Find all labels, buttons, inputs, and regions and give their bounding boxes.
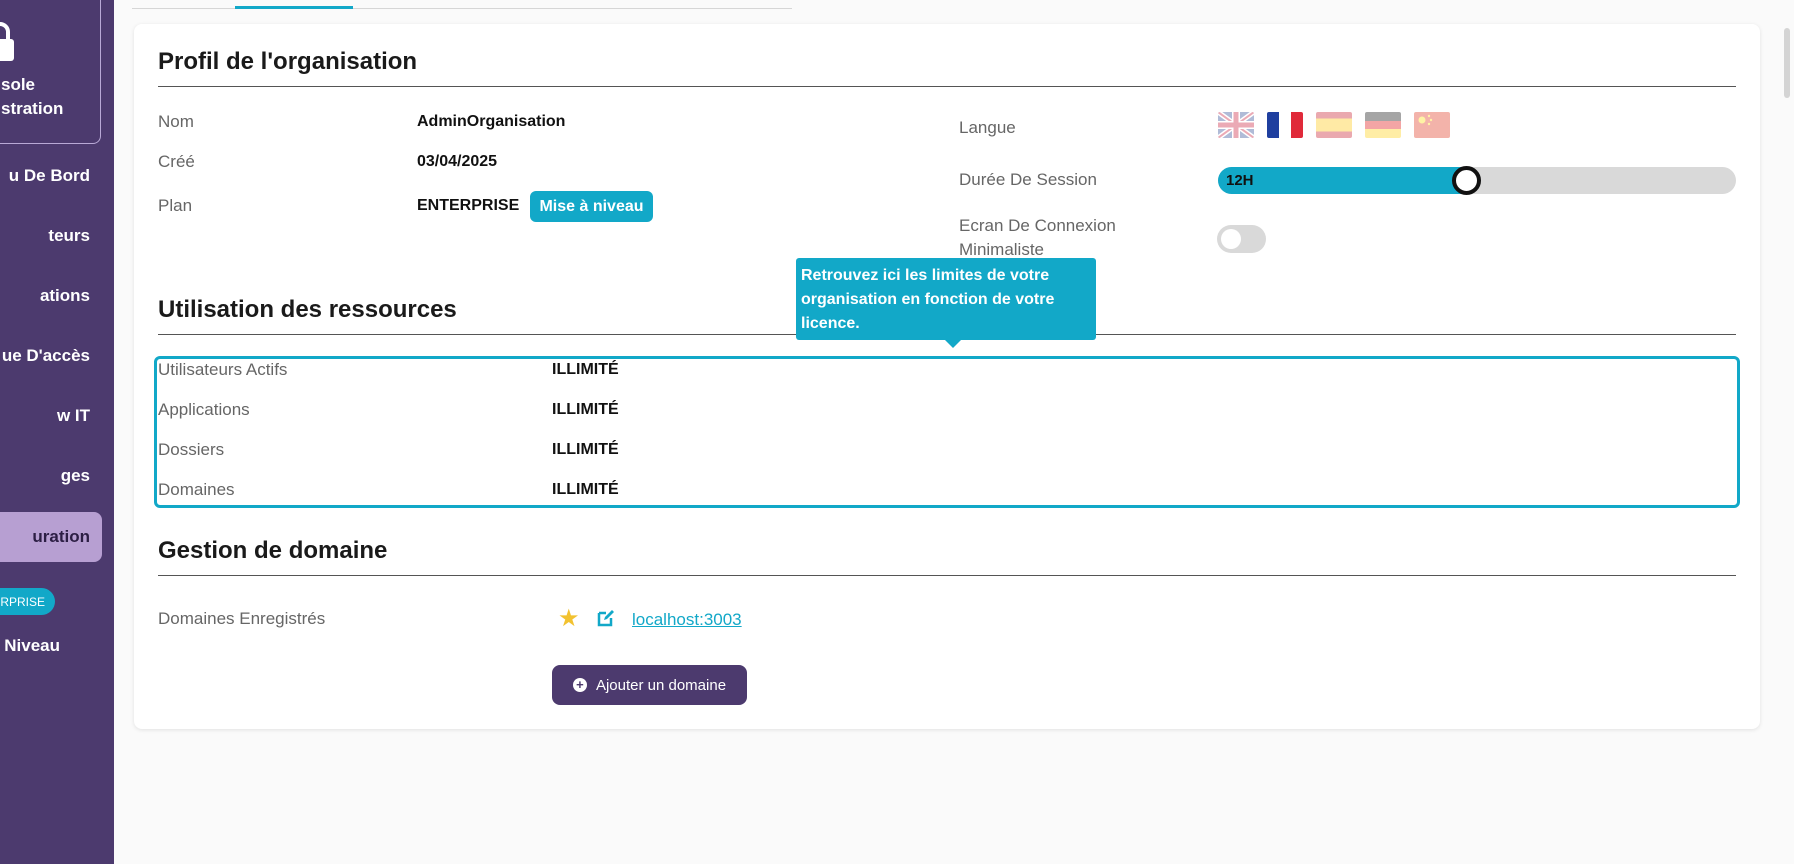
resource-value: ILLIMITÉ [552,401,619,418]
language-label: Langue [959,118,1016,137]
admin-console-box[interactable]: sole stration [0,0,101,144]
profile-divider [158,86,1736,87]
session-slider-fill [1218,167,1467,194]
name-label: Nom [158,112,194,131]
lock-icon [0,22,14,61]
sidebar-item-configuration[interactable]: uration [0,512,102,562]
language-selector [1218,112,1450,138]
sidebar-item-applications[interactable]: ations [0,271,102,321]
flag-france-icon[interactable] [1267,112,1303,138]
session-value: 12H [1226,172,1254,189]
scrollbar[interactable] [1782,0,1794,864]
sidebar-item-label: u De Bord [8,166,90,185]
tooltip-text: Retrouvez ici les limites de votre organ… [801,267,1055,332]
resource-value: ILLIMITÉ [552,441,619,458]
created-label: Créé [158,152,195,171]
flag-uk-icon[interactable] [1218,112,1254,138]
name-value: AdminOrganisation [417,113,566,130]
plan-label: Plan [158,196,193,215]
minimal-login-toggle[interactable] [1217,225,1266,253]
sidebar-item-label: ges [60,466,90,485]
sidebar-item-label: ue D'accès [1,346,90,365]
plus-circle-icon: + [572,678,587,692]
sidebar-item-label: uration [32,527,90,546]
plan-badge: RPRISE [0,588,55,615]
resource-label: Dossiers [158,440,225,459]
profile-title: Profil de l'organisation [158,48,418,75]
sidebar-item-dashboard[interactable]: u De Bord [0,151,102,201]
toggle-knob [1221,229,1241,249]
resource-label: Domaines [158,480,235,499]
tooltip-arrow [944,339,962,348]
sidebar-item-label: teurs [48,226,90,245]
add-domain-label: Ajouter un domaine [595,676,727,694]
session-label: Durée De Session [959,170,1097,189]
resource-label: Applications [158,400,250,419]
domain-link[interactable]: localhost:3003 [632,610,742,630]
edit-icon[interactable] [596,608,616,628]
domains-title: Gestion de domaine [158,537,388,564]
sidebar-upgrade-link[interactable]: Niveau [0,636,60,656]
flag-china-icon[interactable] [1414,112,1450,138]
sidebar-item-shadow-it[interactable]: w IT [0,391,102,441]
plan-value: ENTERPRISE [417,197,520,214]
admin-label-line2: stration [1,99,64,118]
sidebar-item-logs[interactable]: ges [0,451,102,501]
resource-label: Utilisateurs Actifs [158,360,288,379]
upgrade-button[interactable]: Mise à niveau [530,191,653,222]
created-value: 03/04/2025 [417,153,498,170]
add-domain-button[interactable]: + Ajouter un domaine [552,665,747,705]
resources-title: Utilisation des ressources [158,296,457,323]
minimal-login-label: Ecran De Connexion Minimaliste [959,216,1116,259]
tab-active-indicator [235,6,353,9]
resource-value: ILLIMITÉ [552,361,619,378]
flag-germany-icon[interactable] [1365,112,1401,138]
sidebar: sole stration u De Bord teurs ations ue … [0,0,114,864]
flag-spain-icon[interactable] [1316,112,1352,138]
sidebar-item-users[interactable]: teurs [0,211,102,261]
sidebar-item-label: ations [39,286,90,305]
admin-console-label: sole stration [0,73,101,121]
organisation-card: Profil de l'organisation Nom AdminOrgani… [134,24,1760,729]
resources-tooltip: Retrouvez ici les limites de votre organ… [796,258,1096,348]
session-duration-slider[interactable]: 12H [1218,166,1736,195]
sidebar-item-access[interactable]: ue D'accès [0,331,102,381]
admin-label-line1: sole [1,75,36,94]
resources-highlight-box [154,356,1740,508]
scrollbar-thumb[interactable] [1784,28,1790,98]
session-slider-handle[interactable] [1451,166,1481,195]
resource-value: ILLIMITÉ [552,481,619,498]
tabs-divider [132,8,792,9]
registered-domains-label: Domaines Enregistrés [158,609,326,628]
star-icon[interactable]: ★ [558,604,580,633]
sidebar-item-label: w IT [56,406,90,425]
domains-divider [158,575,1736,576]
